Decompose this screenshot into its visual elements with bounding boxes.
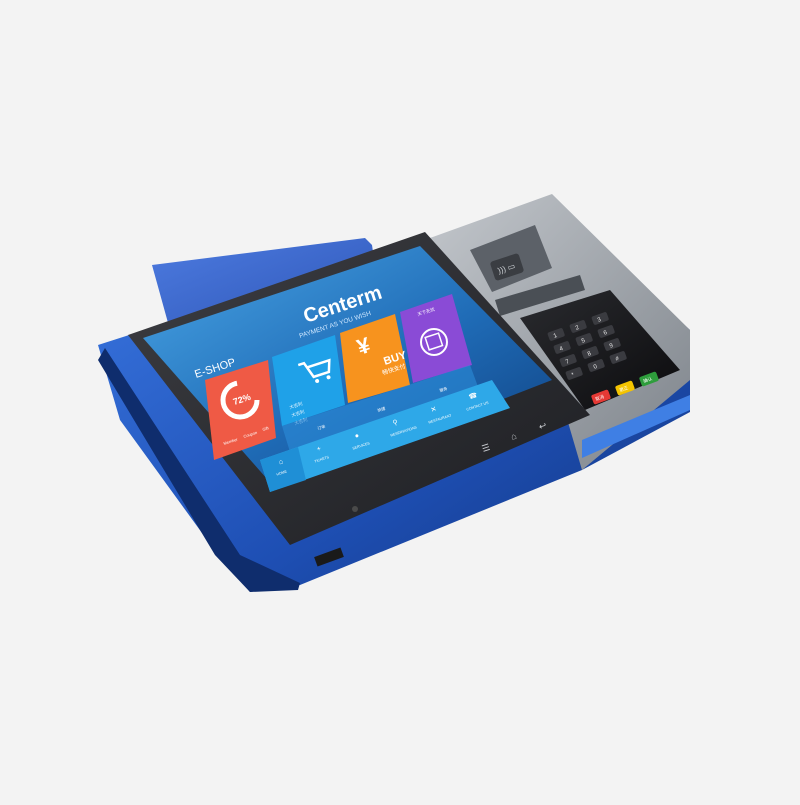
front-camera [352, 506, 358, 512]
product-photo: ))) ▭ 1 2 3 4 5 6 7 8 9 * 0 # 取消 更正 确认 Centerm PAYMENT… [0, 0, 800, 800]
